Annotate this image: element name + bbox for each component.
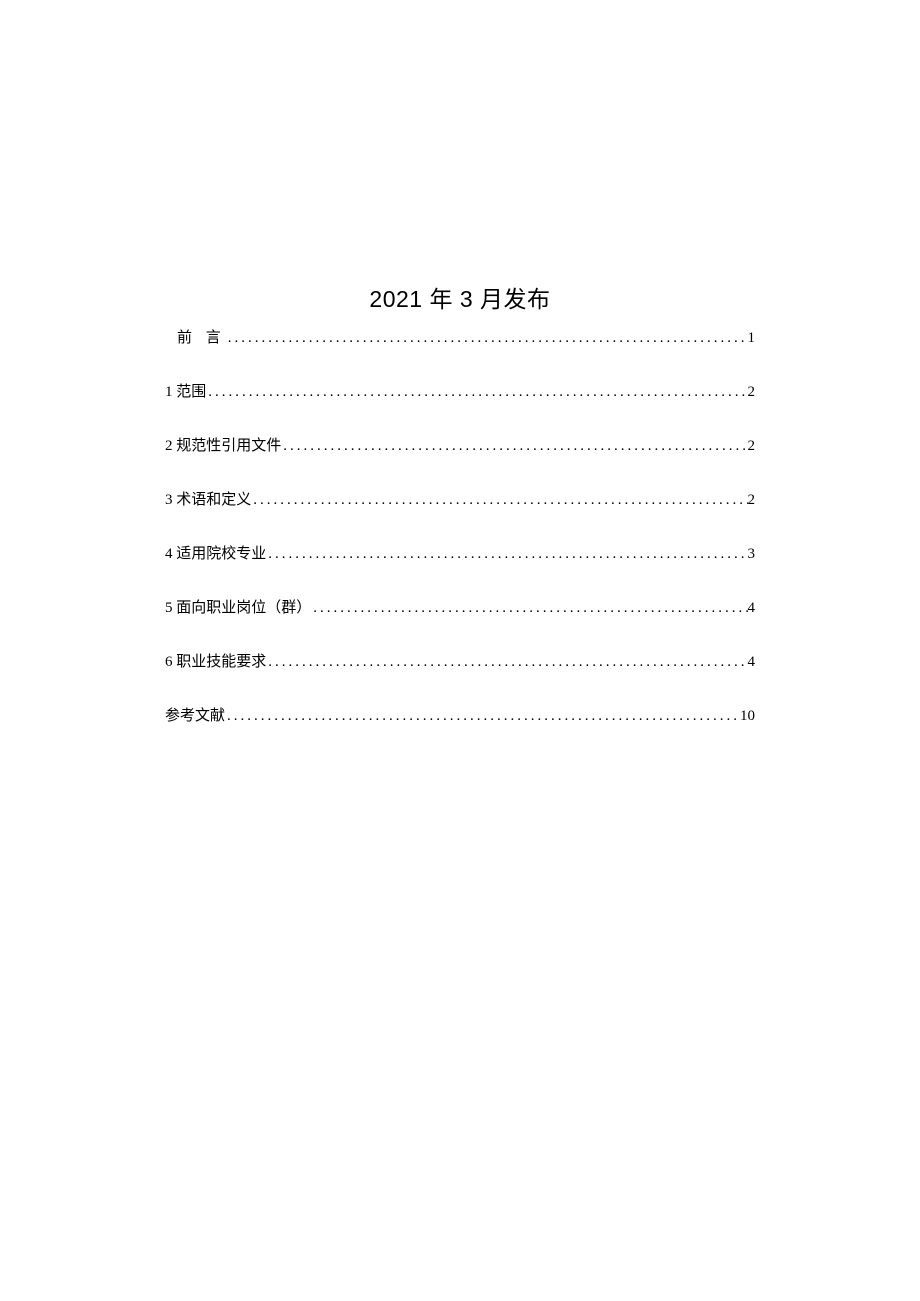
toc-leader-dots	[311, 600, 747, 617]
toc-label: 参考文献	[165, 704, 225, 725]
toc-entry: 3 术语和定义 2	[165, 488, 755, 509]
toc-label: 3 术语和定义	[165, 488, 251, 509]
toc-leader-dots	[266, 546, 747, 563]
toc-leader-dots	[266, 654, 747, 671]
toc-label: 5 面向职业岗位（群）	[165, 596, 311, 617]
toc-label: 4 适用院校专业	[165, 542, 266, 563]
toc-entry: 1 范围 2	[165, 380, 755, 401]
toc-page-number: 2	[748, 438, 756, 455]
toc-entry: 前 言 1	[165, 326, 755, 347]
toc-page-number: 2	[748, 384, 756, 401]
toc-leader-dots	[281, 438, 747, 455]
toc-page-number: 3	[748, 546, 756, 563]
document-page: 2021 年 3 月发布 前 言 1 1 范围 2 2 规范性引用文件 2 3 …	[0, 0, 920, 725]
toc-page-number: 2	[748, 492, 756, 509]
toc-leader-dots	[226, 330, 748, 347]
toc-entry: 2 规范性引用文件 2	[165, 434, 755, 455]
toc-label: 6 职业技能要求	[165, 650, 266, 671]
table-of-contents: 前 言 1 1 范围 2 2 规范性引用文件 2 3 术语和定义 2 4 适用院…	[165, 326, 755, 725]
toc-page-number: 4	[748, 654, 756, 671]
toc-entry: 5 面向职业岗位（群） 4	[165, 596, 755, 617]
toc-label: 1 范围	[165, 380, 206, 401]
toc-label: 2 规范性引用文件	[165, 434, 281, 455]
toc-leader-dots	[206, 384, 747, 401]
toc-entry: 4 适用院校专业 3	[165, 542, 755, 563]
toc-entry: 6 职业技能要求 4	[165, 650, 755, 671]
toc-page-number: 10	[740, 708, 755, 725]
toc-entry: 参考文献 10	[165, 704, 755, 725]
toc-label: 前 言	[177, 326, 226, 347]
toc-page-number: 4	[748, 600, 756, 617]
toc-leader-dots	[225, 708, 740, 725]
page-title: 2021 年 3 月发布	[165, 280, 755, 314]
toc-page-number: 1	[748, 330, 756, 347]
toc-leader-dots	[251, 492, 747, 509]
